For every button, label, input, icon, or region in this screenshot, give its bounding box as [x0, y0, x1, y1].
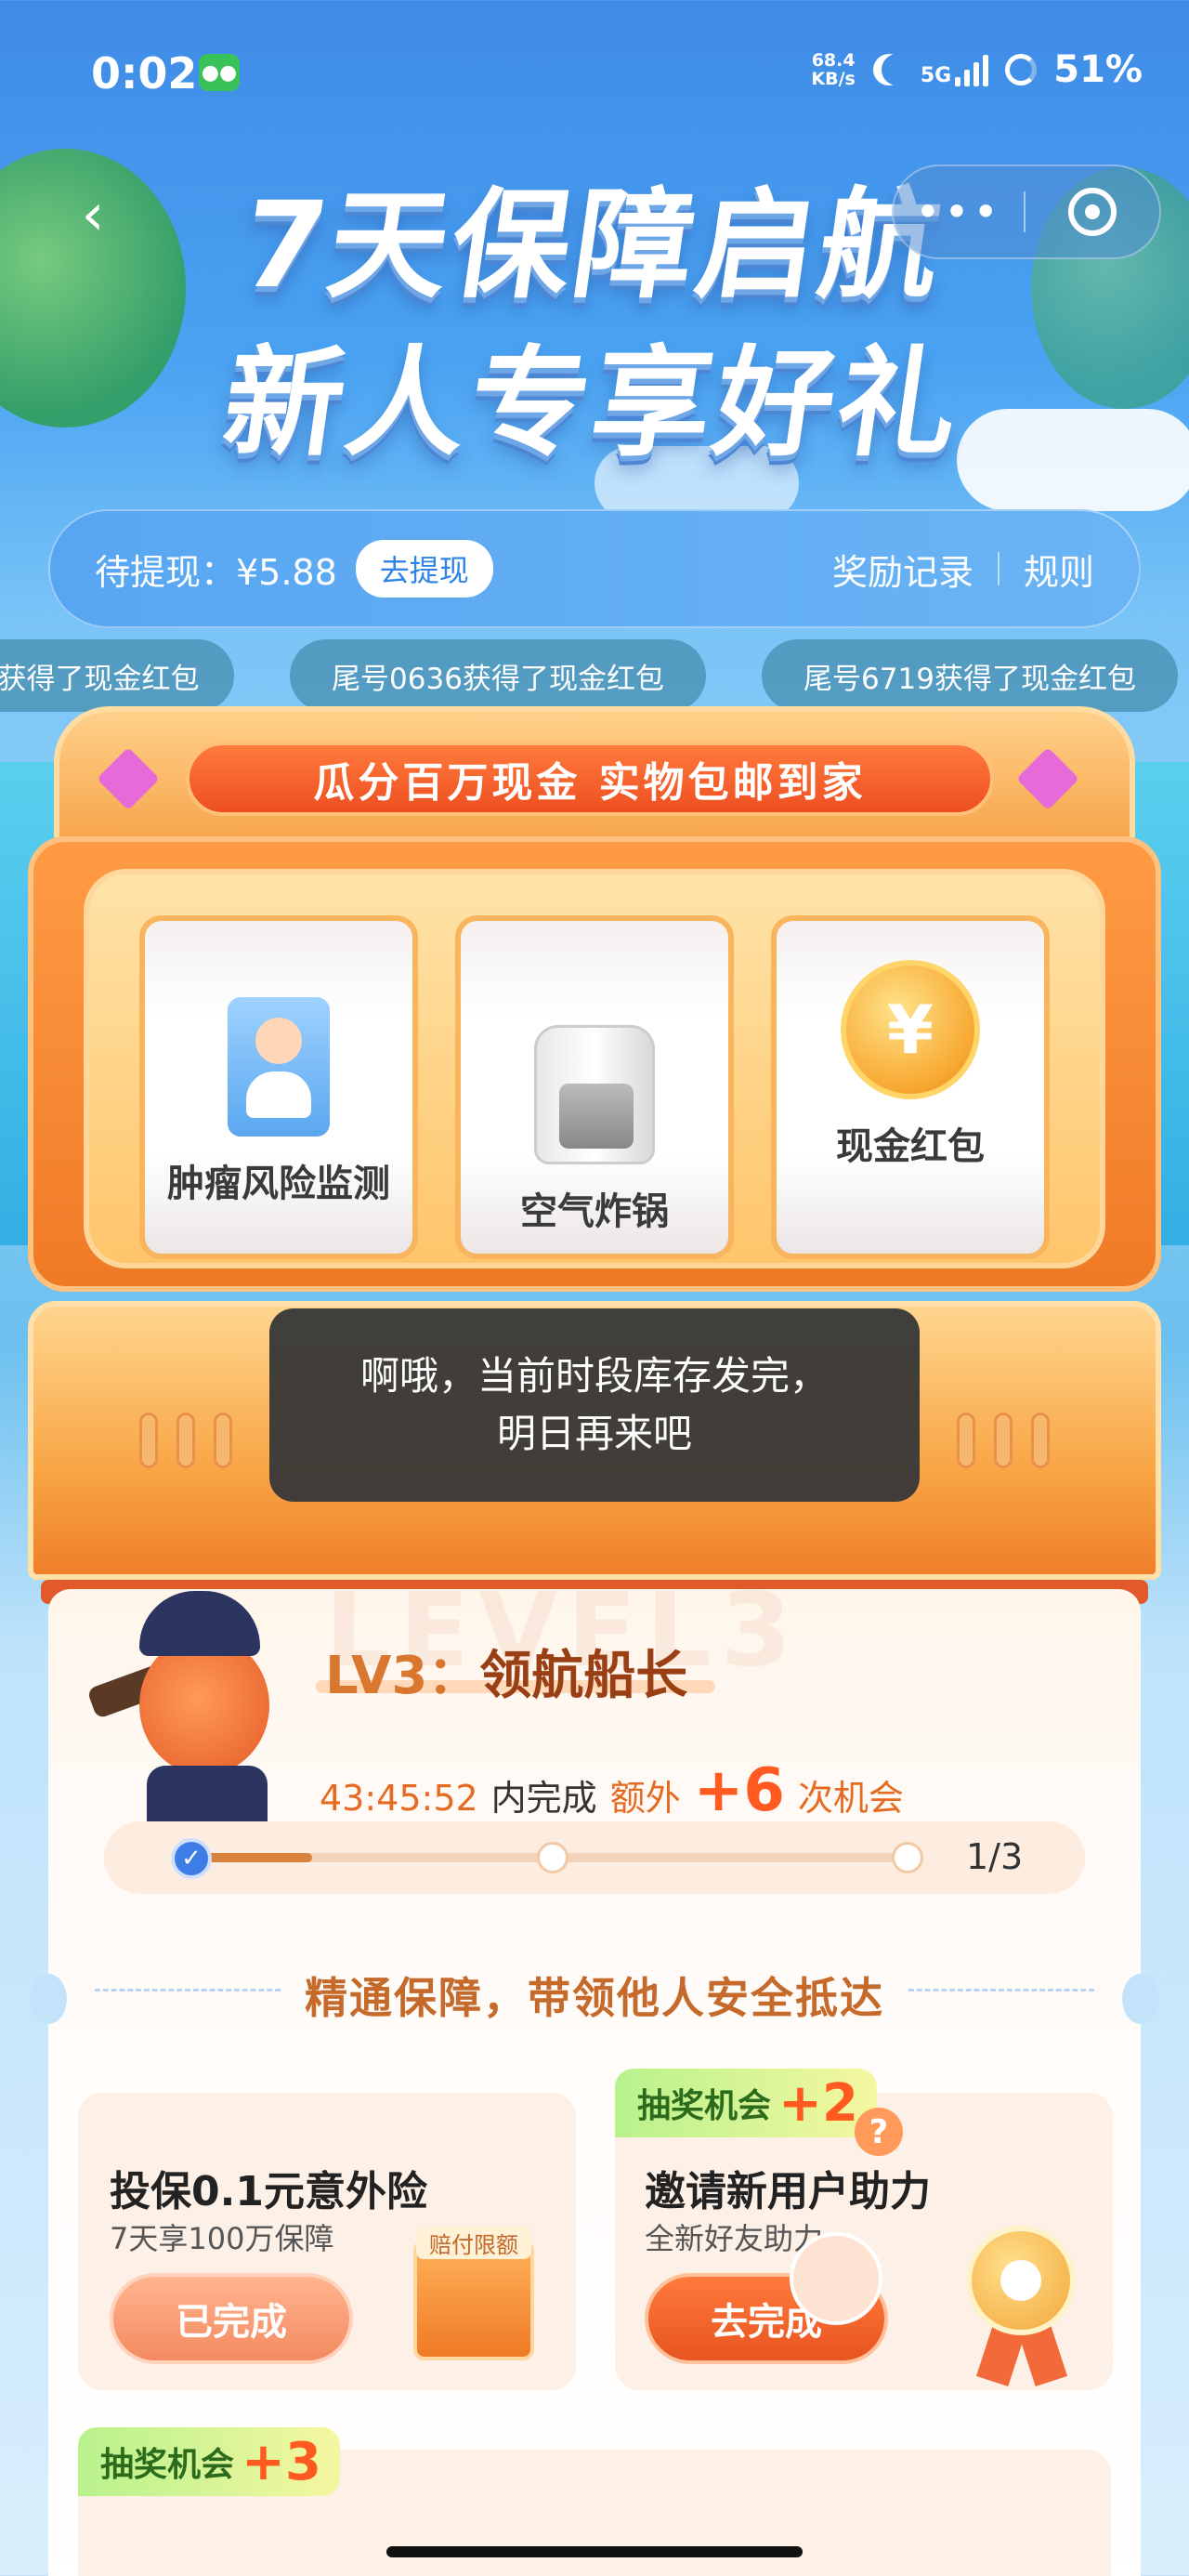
tag-label: 抽奖机会 — [637, 2087, 772, 2125]
link-divider — [997, 552, 1000, 585]
medal-icon — [966, 2226, 1076, 2335]
task-subtitle: 7天享100万保障 — [110, 2221, 334, 2256]
progress-step — [892, 1842, 923, 1873]
progress-count: 1/3 — [966, 1836, 1024, 1877]
progress-step — [537, 1842, 568, 1873]
level-prefix: LV3： — [325, 1646, 480, 1706]
level-title: LV3：领航船长 — [325, 1634, 687, 1709]
payout-limit-badge: 赔付限额 — [416, 2227, 531, 2259]
vent — [1031, 1413, 1050, 1468]
net-speed-value: 68.4 — [811, 50, 856, 71]
reel-label: 空气炸锅 — [520, 1190, 669, 1233]
mascot-body — [147, 1766, 268, 1821]
level-name: 领航船长 — [479, 1646, 688, 1706]
ticker-item: 尾号6719获得了现金红包 — [762, 639, 1178, 712]
pending-withdraw-amount: 待提现：¥5.88 — [95, 551, 337, 593]
toast-message: 啊哦，当前时段库存发完， 明日再来吧 — [269, 1308, 920, 1502]
reel-prize: 肿瘤风险监测 — [139, 915, 418, 1259]
vent — [214, 1413, 232, 1468]
withdraw-button[interactable]: 去提现 — [355, 540, 493, 598]
ticker-item: 获得了现金红包 — [0, 639, 234, 712]
vent — [176, 1413, 195, 1468]
reel-label: 肿瘤风险监测 — [167, 1163, 390, 1205]
rules-link[interactable]: 规则 — [1024, 544, 1094, 595]
ticker-item: 尾号0636获得了现金红包 — [290, 639, 706, 712]
reel-label: 现金红包 — [836, 1125, 985, 1168]
vent — [957, 1413, 975, 1468]
extra-text: 额外 — [609, 1778, 681, 1819]
check-icon: ✓ — [171, 1838, 212, 1879]
network-type: 5G — [920, 64, 952, 87]
toast-line1: 啊哦，当前时段库存发完， — [359, 1353, 829, 1399]
air-fryer-icon — [534, 1025, 655, 1164]
signal-icon: 5G — [920, 53, 989, 87]
more-dots-icon[interactable]: ••• — [894, 187, 1024, 237]
chance-text: 次机会 — [797, 1778, 904, 1819]
wechat-icon: ●● — [199, 54, 240, 91]
extra-chances-count: +6 — [693, 1756, 785, 1825]
battery-ring-icon — [1005, 54, 1038, 85]
task-title: 投保0.1元意外险 — [110, 2168, 427, 2215]
yen-coin-icon: ¥ — [841, 960, 980, 1099]
lottery-chance-tag: 抽奖机会 +2 — [615, 2069, 877, 2137]
countdown-timer: 43:45:52 — [320, 1778, 478, 1819]
tag-plus: +2 — [778, 2072, 858, 2134]
miniapp-capsule: ••• — [892, 164, 1161, 259]
tag-label: 抽奖机会 — [100, 2446, 235, 2484]
task-title: 邀请新用户助力 — [645, 2168, 931, 2215]
battery-percent: 51% — [1053, 48, 1143, 91]
do-not-disturb-icon — [882, 54, 913, 85]
vent — [994, 1413, 1013, 1468]
question-icon[interactable]: ? — [855, 2108, 903, 2156]
tag-plus: +3 — [242, 2431, 321, 2492]
status-time: 0:02 — [91, 48, 198, 99]
section-title: 精通保障，带领他人安全抵达 — [305, 1973, 884, 2023]
task-subtitle: 全新好友助力 — [645, 2221, 824, 2256]
headline-line2: 新人专享好礼 — [215, 335, 971, 473]
vent — [139, 1413, 158, 1468]
complete-text: 内完成 — [490, 1778, 597, 1819]
pointing-hand-icon — [790, 2232, 882, 2325]
close-miniapp-button[interactable] — [1026, 188, 1159, 236]
withdraw-bar: 待提现：¥5.88 去提现 奖励记录 规则 — [48, 509, 1141, 628]
completed-button[interactable]: 已完成 — [110, 2273, 353, 2364]
level-timer-line: 43:45:52 内完成 额外 +6 次机会 — [320, 1756, 904, 1825]
toast-line2: 明日再来吧 — [496, 1411, 692, 1456]
net-speed-unit: KB/s — [811, 69, 856, 89]
reel-prize: ¥ 现金红包 — [771, 915, 1050, 1259]
reward-records-link[interactable]: 奖励记录 — [832, 544, 973, 595]
reel-prize: 空气炸锅 — [455, 915, 734, 1259]
network-speed: 68.4 KB/s — [811, 51, 855, 88]
mascot-captain-icon — [139, 1636, 269, 1775]
status-indicators: 68.4 KB/s 5G 51% — [811, 48, 1143, 91]
home-indicator[interactable] — [386, 2546, 803, 2557]
slot-banner: 瓜分百万现金 实物包邮到家 — [186, 742, 994, 816]
health-card-icon — [228, 997, 330, 1137]
withdraw-links: 奖励记录 规则 — [832, 544, 1094, 595]
target-icon — [1068, 188, 1117, 236]
lottery-chance-tag: 抽奖机会 +3 — [78, 2427, 340, 2496]
